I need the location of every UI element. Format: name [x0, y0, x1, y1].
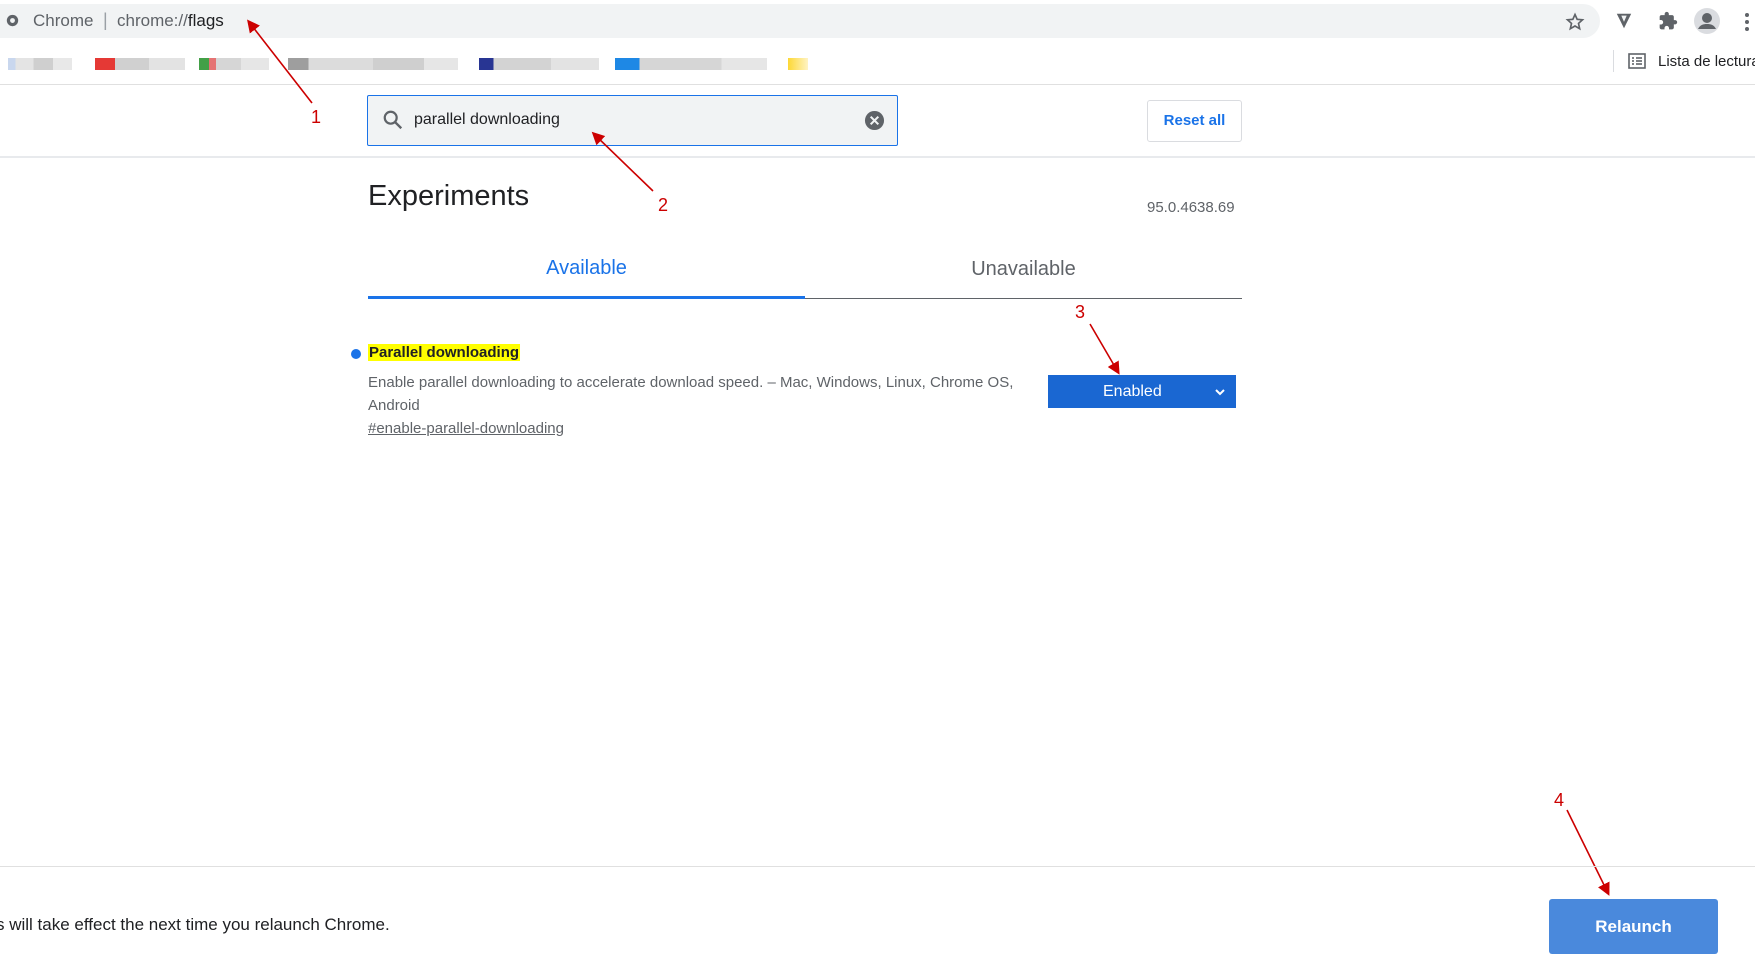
page-title: Experiments — [368, 180, 530, 212]
bookmark-item[interactable] — [479, 58, 599, 70]
bookmark-item[interactable] — [288, 58, 458, 70]
divider — [0, 156, 1755, 158]
bookmark-item[interactable] — [8, 58, 72, 70]
version-label: 95.0.4638.69 — [1147, 199, 1235, 216]
annotation-arrow-3 — [1089, 323, 1120, 375]
bookmark-item[interactable] — [788, 58, 808, 70]
tab-available[interactable]: Available — [368, 252, 805, 298]
relaunch-message: s will take effect the next time you rel… — [0, 915, 390, 934]
annotation-number-4: 4 — [1554, 790, 1565, 810]
chevron-down-icon — [1215, 389, 1225, 396]
divider — [0, 84, 1755, 85]
url-host: flags — [187, 11, 224, 30]
url-separator: | — [103, 10, 108, 30]
bookmark-item[interactable] — [95, 58, 185, 70]
reading-list-button[interactable]: Lista de lectura — [1658, 53, 1755, 70]
annotation-arrow-4 — [1566, 809, 1610, 896]
puzzle-icon[interactable] — [1658, 11, 1678, 31]
url-scheme: chrome:// — [117, 11, 188, 30]
modified-indicator-dot — [351, 349, 361, 359]
experiment-permalink[interactable]: #enable-parallel-downloading — [368, 420, 564, 437]
clear-search-icon[interactable] — [864, 110, 885, 131]
url-text[interactable]: chrome://flags — [117, 11, 224, 31]
reset-all-button[interactable]: Reset all — [1147, 100, 1242, 142]
relaunch-button[interactable]: Relaunch — [1549, 899, 1718, 954]
tab-active-indicator — [368, 296, 805, 299]
menu-icon[interactable] — [1743, 12, 1751, 32]
search-input[interactable] — [414, 108, 854, 132]
site-name: Chrome — [33, 11, 94, 30]
chrome-icon — [6, 14, 19, 27]
bookmarks-bar — [0, 44, 1755, 82]
search-icon — [383, 110, 403, 130]
address-bar[interactable] — [0, 4, 1600, 38]
bookmark-item[interactable] — [199, 58, 269, 70]
profile-icon[interactable] — [1693, 7, 1721, 35]
divider — [0, 866, 1755, 867]
star-icon[interactable] — [1565, 12, 1585, 32]
experiment-description: Enable parallel downloading to accelerat… — [368, 374, 1014, 414]
extension-v-icon[interactable] — [1615, 12, 1633, 30]
annotation-number-3: 3 — [1075, 302, 1086, 322]
tab-unavailable[interactable]: Unavailable — [805, 252, 1242, 298]
bookmark-item[interactable] — [615, 58, 767, 70]
experiment-title: Parallel downloading — [368, 344, 521, 361]
annotation-number-2: 2 — [658, 195, 669, 215]
experiment-state-select[interactable]: Enabled — [1048, 375, 1236, 408]
bookmarks-divider — [1613, 50, 1614, 72]
annotation-number-1: 1 — [311, 107, 322, 127]
reading-list-icon[interactable] — [1628, 52, 1646, 70]
